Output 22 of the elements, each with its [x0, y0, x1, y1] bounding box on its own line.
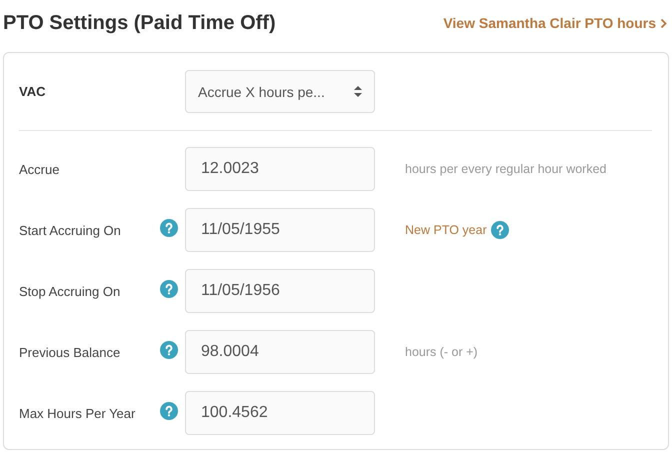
- input-field[interactable]: 11/05/1955: [185, 208, 375, 252]
- input-field[interactable]: 11/05/1956: [185, 269, 375, 313]
- field-label: Accrue: [19, 162, 60, 176]
- accrual-select[interactable]: Accrue X hours pe...: [185, 70, 375, 113]
- field-label: Max Hours Per Year: [19, 406, 136, 420]
- help-icon[interactable]: [160, 218, 178, 236]
- input-field[interactable]: 100.4562: [185, 391, 375, 435]
- hint-text: hours (- or +): [405, 345, 478, 359]
- help-icon[interactable]: [160, 340, 178, 358]
- field-label: Start Accruing On: [19, 222, 122, 238]
- field-label: Stop Accruing On: [19, 284, 122, 298]
- help-icon[interactable]: [490, 221, 509, 239]
- hint-text: hours per every regular hour worked: [405, 162, 606, 176]
- input-field[interactable]: 12.0023: [185, 147, 375, 191]
- input-field[interactable]: 98.0004: [185, 330, 375, 374]
- field-label: Previous Balance: [19, 344, 122, 360]
- chevron-icon: [660, 18, 667, 28]
- help-icon[interactable]: [160, 402, 178, 420]
- policy-label: VAC: [19, 84, 46, 99]
- sort-caret-icon: [354, 86, 362, 97]
- help-icon[interactable]: [160, 280, 178, 298]
- page-title: PTO Settings (Paid Time Off): [3, 12, 276, 34]
